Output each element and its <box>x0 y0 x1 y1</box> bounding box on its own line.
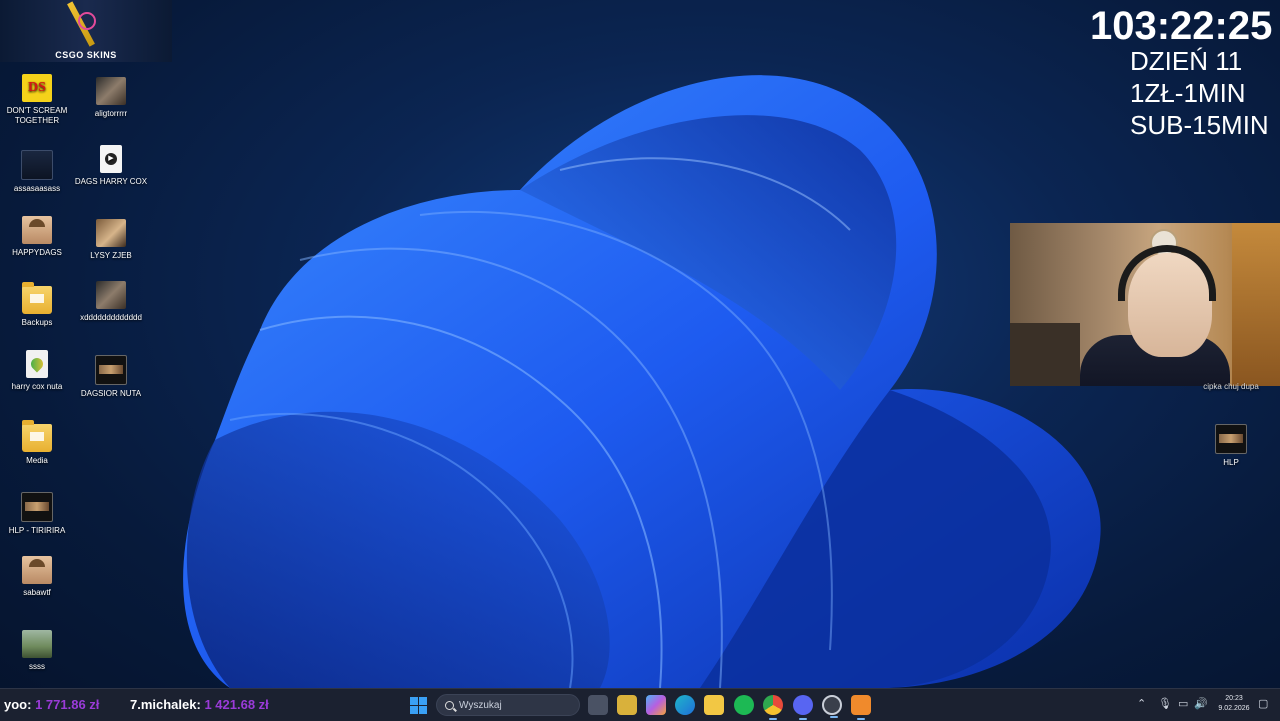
search-placeholder: Wyszukaj <box>459 700 502 711</box>
desktop-icon-media[interactable]: Media <box>0 420 74 486</box>
store-icon[interactable] <box>617 695 637 715</box>
discord-icon[interactable] <box>793 695 813 720</box>
orange-app-icon[interactable] <box>851 695 871 720</box>
desktop-icon-label: HLP - TIRIRIRA <box>8 526 66 535</box>
chevron-up-icon[interactable]: ⌃ <box>1137 697 1146 710</box>
donation-amount: 1 771.86 zł <box>35 697 100 712</box>
stream-banner: CSGO SKINS <box>0 0 172 62</box>
chrome-icon[interactable] <box>763 695 783 720</box>
desktop-icon-dagsior-nuta[interactable]: DAGSIOR NUTA <box>74 355 148 417</box>
image-icon <box>22 630 52 658</box>
spotify-icon[interactable] <box>734 695 754 715</box>
windows-logo-icon <box>410 697 418 705</box>
desktop-icon-label: LYSY ZJEB <box>90 251 132 260</box>
edge-icon[interactable] <box>675 695 695 715</box>
desktop-icon-hlp[interactable]: HLP <box>1194 424 1268 486</box>
desktop-icon-label: xddddddddddddd <box>80 313 142 322</box>
video-icon <box>1215 424 1247 454</box>
photo-icon <box>96 219 126 247</box>
desktop-icon-happydags[interactable]: HAPPYDAGS <box>0 216 74 278</box>
photo-icon <box>96 281 126 309</box>
desktop-icon-label: aligtorrrrr <box>94 109 128 118</box>
taskbar-date: 9.02.2026 <box>1218 705 1250 712</box>
donation-entry: yoo: 1 771.86 zł <box>4 697 99 712</box>
image-icon <box>21 150 53 180</box>
folder-icon <box>22 420 52 452</box>
desktop-icon-label: HLP <box>1223 458 1239 467</box>
task-view-icon[interactable] <box>588 695 608 715</box>
search-icon <box>445 701 454 710</box>
webcam-background-shelf <box>1010 323 1080 386</box>
desktop-icon-lysy-zjeb[interactable]: LYSY ZJEB <box>74 219 148 281</box>
desktop-icon-label: DAGSIOR NUTA <box>80 389 142 398</box>
desktop-icon-assasaasass[interactable]: assasaasass <box>0 150 74 212</box>
stream-day-counter: DZIEŃ 11 <box>1130 46 1243 76</box>
desktop-icon-harry-cox-nuta[interactable]: harry cox nuta <box>0 350 74 412</box>
volume-icon[interactable]: 🔊 <box>1194 697 1208 710</box>
media-file-icon: ▶ <box>100 145 122 173</box>
desktop-icon-label: ssss <box>29 662 45 671</box>
desktop-icon-label-behind-webcam: cipka chuj dupa <box>1203 382 1259 391</box>
folder-icon <box>22 282 52 314</box>
copilot-icon[interactable] <box>646 695 666 715</box>
desktop-icon-backups[interactable]: Backups <box>0 282 74 348</box>
taskbar: yoo: 1 771.86 zł 7.michalek: 1 421.68 zł… <box>0 688 1280 721</box>
file-explorer-icon[interactable] <box>704 695 724 715</box>
desktop-icon-label: harry cox nuta <box>11 382 63 391</box>
desktop-icon-ssss[interactable]: ssss <box>0 630 74 692</box>
desktop-icon-label: DON'T SCREAM TOGETHER <box>6 106 68 125</box>
taskbar-time: 20:23 <box>1225 695 1243 702</box>
headset-icon <box>1118 245 1216 301</box>
webcam-feed <box>1010 223 1280 386</box>
desktop-icon-sabawtf[interactable]: sabawtf <box>0 556 74 618</box>
desktop-icon-xddddddddddddd[interactable]: xddddddddddddd <box>74 281 148 343</box>
banner-name: CSGO SKINS <box>55 50 117 60</box>
desktop-icon-label: Backups <box>21 318 53 327</box>
notifications-icon[interactable]: ▢ <box>1258 697 1268 710</box>
video-icon <box>95 355 127 385</box>
audio-file-icon <box>26 350 48 378</box>
desktop-icon-label: DAGS HARRY COX <box>74 177 148 186</box>
taskbar-clock[interactable]: 20:23 9.02.2026 <box>1212 694 1256 714</box>
donor-name: 7.michalek: <box>130 697 201 712</box>
desktop-icon-label: assasaasass <box>13 184 61 193</box>
desktop-icon-aligtorrrrr[interactable]: aligtorrrrr <box>74 77 148 139</box>
desktop-icon-dags-harry-cox[interactable]: ▶ DAGS HARRY COX <box>74 145 148 207</box>
network-icon[interactable]: ▭ <box>1178 697 1188 710</box>
stream-rate-money: 1ZŁ-1MIN <box>1130 78 1246 108</box>
banner-ring-graphic <box>78 12 96 30</box>
microphone-icon[interactable]: 🎙 <box>1158 697 1172 710</box>
desktop-icon-dont-scream-together[interactable]: DS DON'T SCREAM TOGETHER <box>0 74 74 136</box>
taskbar-search[interactable]: Wyszukaj <box>436 694 580 716</box>
photo-icon <box>22 216 52 244</box>
stream-timer: 103:22:25 <box>1090 4 1273 48</box>
game-icon: DS <box>22 74 52 102</box>
stream-rate-sub: SUB-15MIN <box>1130 110 1269 140</box>
desktop-icon-label: sabawtf <box>23 588 51 597</box>
donation-entry: 7.michalek: 1 421.68 zł <box>130 697 269 712</box>
photo-icon <box>96 77 126 105</box>
donor-name: yoo: <box>4 697 32 712</box>
video-icon <box>21 492 53 522</box>
steam-icon[interactable] <box>822 695 842 718</box>
photo-icon <box>22 556 52 584</box>
donation-amount: 1 421.68 zł <box>204 697 269 712</box>
webcam-background-door <box>1232 223 1280 386</box>
desktop-icon-hlp-tiririra[interactable]: HLP - TIRIRIRA <box>0 492 74 554</box>
desktop-icon-label: HAPPYDAGS <box>12 248 62 257</box>
start-button[interactable] <box>410 697 427 714</box>
desktop-icon-label: Media <box>26 456 48 465</box>
